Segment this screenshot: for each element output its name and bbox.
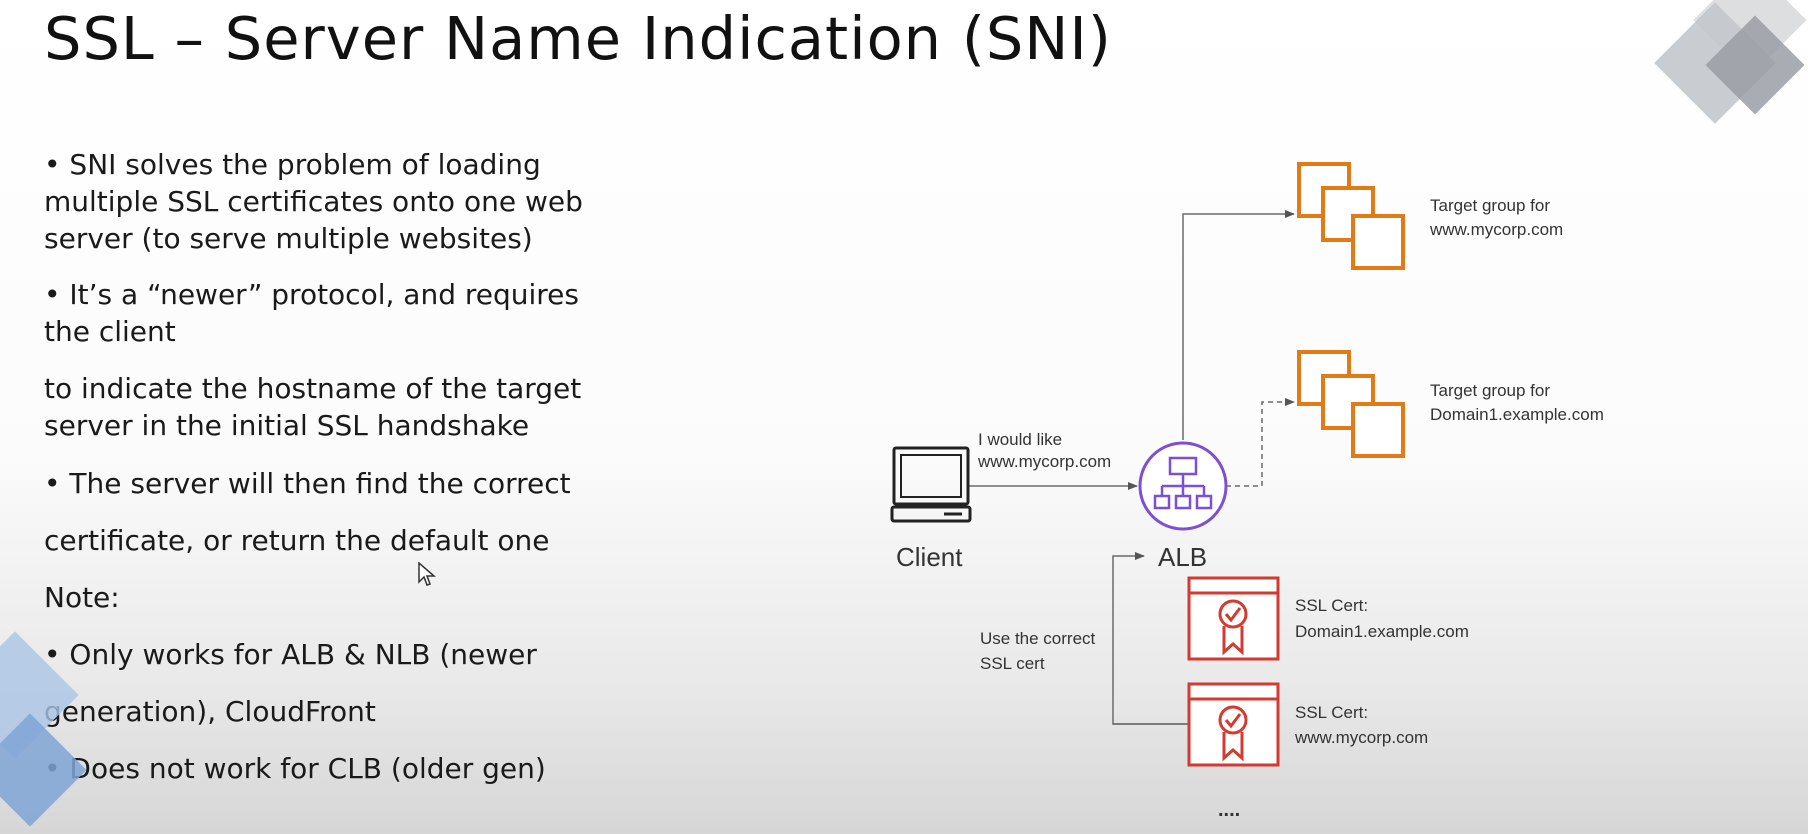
use-cert-label-line-1: Use the correct	[980, 629, 1096, 648]
target-group-icon	[1297, 350, 1405, 458]
cert-to-alb-arrow	[1112, 552, 1189, 725]
use-cert-label-line-2: SSL cert	[980, 654, 1045, 673]
more-certs-ellipsis: ....	[1218, 799, 1240, 821]
alb-to-target-group-2-arrow	[1226, 398, 1295, 487]
laptop-icon	[890, 446, 972, 523]
mouse-cursor-icon	[418, 562, 436, 586]
cert-1-label-line-1: SSL Cert:	[1295, 596, 1368, 615]
target-group-2-label-line-1: Target group for	[1430, 381, 1550, 400]
corner-decoration-bottom-left	[0, 631, 87, 827]
target-group-1-label-line-1: Target group for	[1430, 196, 1550, 215]
cert-2-label-line-2: www.mycorp.com	[1294, 728, 1428, 747]
request-label-line-2: www.mycorp.com	[977, 452, 1111, 471]
certificate-icon	[1187, 576, 1280, 661]
load-balancer-icon	[1138, 441, 1228, 531]
request-label-line-1: I would like	[978, 430, 1062, 449]
cert-2-label-line-1: SSL Cert:	[1295, 703, 1368, 722]
alb-to-target-group-1-arrow	[1182, 210, 1295, 440]
target-group-icon	[1297, 162, 1405, 270]
target-group-1-label-line-2: www.mycorp.com	[1429, 220, 1563, 239]
cert-1-label-line-2: Domain1.example.com	[1295, 622, 1469, 641]
target-group-2-label-line-2: Domain1.example.com	[1430, 405, 1604, 424]
alb-label: ALB	[1158, 542, 1207, 572]
corner-decoration-top-right	[1654, 0, 1807, 124]
client-label: Client	[896, 542, 963, 572]
certificate-icon	[1187, 682, 1280, 767]
sni-diagram: Client I would like www.mycorp.com ALB T…	[0, 0, 1807, 827]
